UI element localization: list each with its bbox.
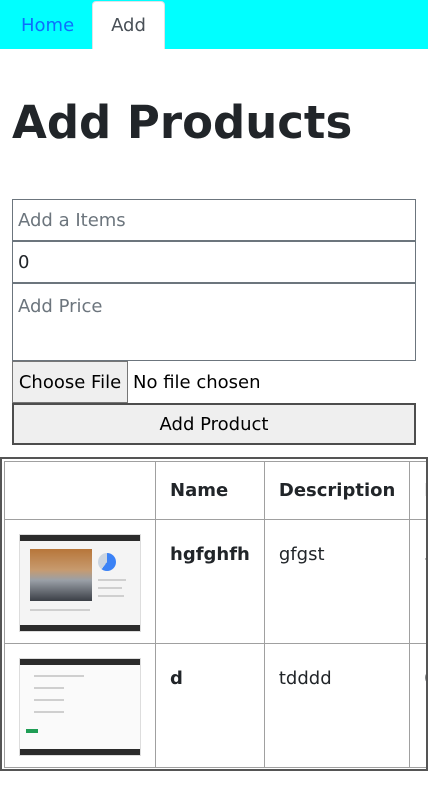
product-image-cell	[4, 643, 156, 768]
product-description: tdddd	[263, 643, 411, 768]
page-title: Add Products	[12, 96, 353, 149]
product-thumbnail	[19, 534, 141, 632]
item-name-input[interactable]	[12, 199, 416, 241]
header-image	[4, 461, 156, 520]
product-name: hgfghfh	[155, 519, 265, 644]
product-thumbnail	[19, 658, 141, 756]
tab-home[interactable]: Home	[21, 0, 74, 49]
table-header-row: Name Description Price	[4, 461, 426, 520]
choose-file-button[interactable]: Choose File	[12, 361, 128, 403]
table-row: hgfghfh gfgst 500	[4, 519, 426, 644]
product-image-cell	[4, 519, 156, 644]
tab-add[interactable]: Add	[92, 1, 165, 49]
quantity-input[interactable]	[12, 241, 416, 283]
price-textarea[interactable]	[12, 283, 416, 361]
header-name: Name	[155, 461, 265, 520]
product-price: 500	[409, 519, 426, 644]
product-name: d	[155, 643, 265, 768]
file-status: No file chosen	[133, 371, 261, 393]
add-product-button[interactable]: Add Product	[12, 403, 416, 445]
products-table: Name Description Price	[0, 457, 428, 771]
product-price: 065	[409, 643, 426, 768]
product-description: gfgst	[263, 519, 411, 644]
table-row: d tdddd 065	[4, 643, 426, 768]
nav-tabs: Home Add	[0, 0, 428, 49]
file-picker: Choose File No file chosen	[12, 361, 261, 403]
header-price: Price	[409, 461, 426, 520]
header-description: Description	[263, 461, 411, 520]
